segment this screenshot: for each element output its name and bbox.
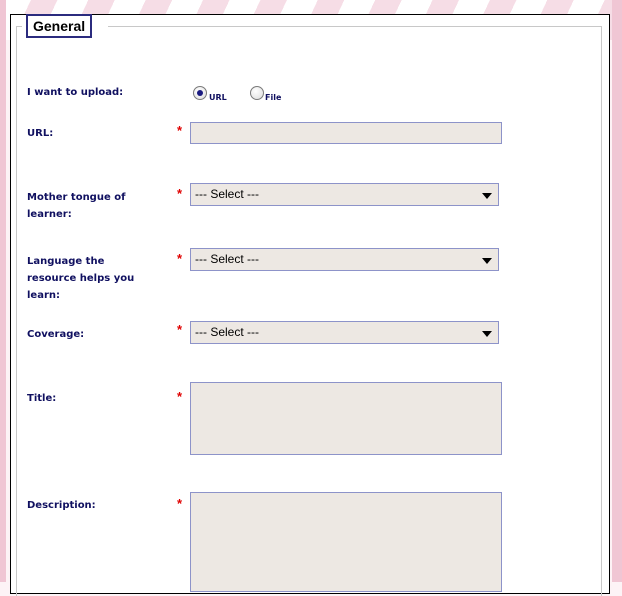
upload-file-radio-label[interactable]: File [265, 93, 281, 102]
mother-tongue-required-mark: * [177, 186, 183, 201]
chevron-down-icon [482, 193, 492, 199]
url-label: URL: [27, 128, 54, 139]
mother-tongue-label: Mother tongue of learner: [27, 192, 126, 220]
coverage-select[interactable]: --- Select --- [190, 321, 499, 344]
description-textarea[interactable] [190, 492, 502, 592]
upload-file-radio[interactable] [250, 86, 264, 100]
title-required-mark: * [177, 389, 183, 404]
language-label: Language the resource helps you learn: [27, 256, 135, 301]
url-required-mark: * [177, 123, 183, 138]
language-select-value: --- Select --- [195, 252, 259, 266]
chevron-down-icon [482, 331, 492, 337]
coverage-label: Coverage: [27, 329, 85, 340]
mother-tongue-select[interactable]: --- Select --- [190, 183, 499, 206]
left-border-strip [0, 0, 6, 582]
fieldset-legend: General [26, 14, 93, 38]
title-label: Title: [27, 393, 57, 404]
language-required-mark: * [177, 251, 183, 266]
description-label: Description: [27, 500, 96, 511]
coverage-select-value: --- Select --- [195, 325, 259, 339]
language-select[interactable]: --- Select --- [190, 248, 499, 271]
right-border-strip [612, 0, 622, 582]
upload-url-radio[interactable] [193, 86, 207, 100]
title-textarea[interactable] [190, 382, 502, 455]
url-input[interactable] [190, 122, 502, 144]
radio-selected-dot [197, 90, 203, 96]
coverage-required-mark: * [177, 322, 183, 337]
upload-url-radio-label[interactable]: URL [209, 93, 227, 102]
chevron-down-icon [482, 258, 492, 264]
mother-tongue-select-value: --- Select --- [195, 187, 259, 201]
upload-type-label: I want to upload: [27, 87, 124, 98]
description-required-mark: * [177, 496, 183, 511]
